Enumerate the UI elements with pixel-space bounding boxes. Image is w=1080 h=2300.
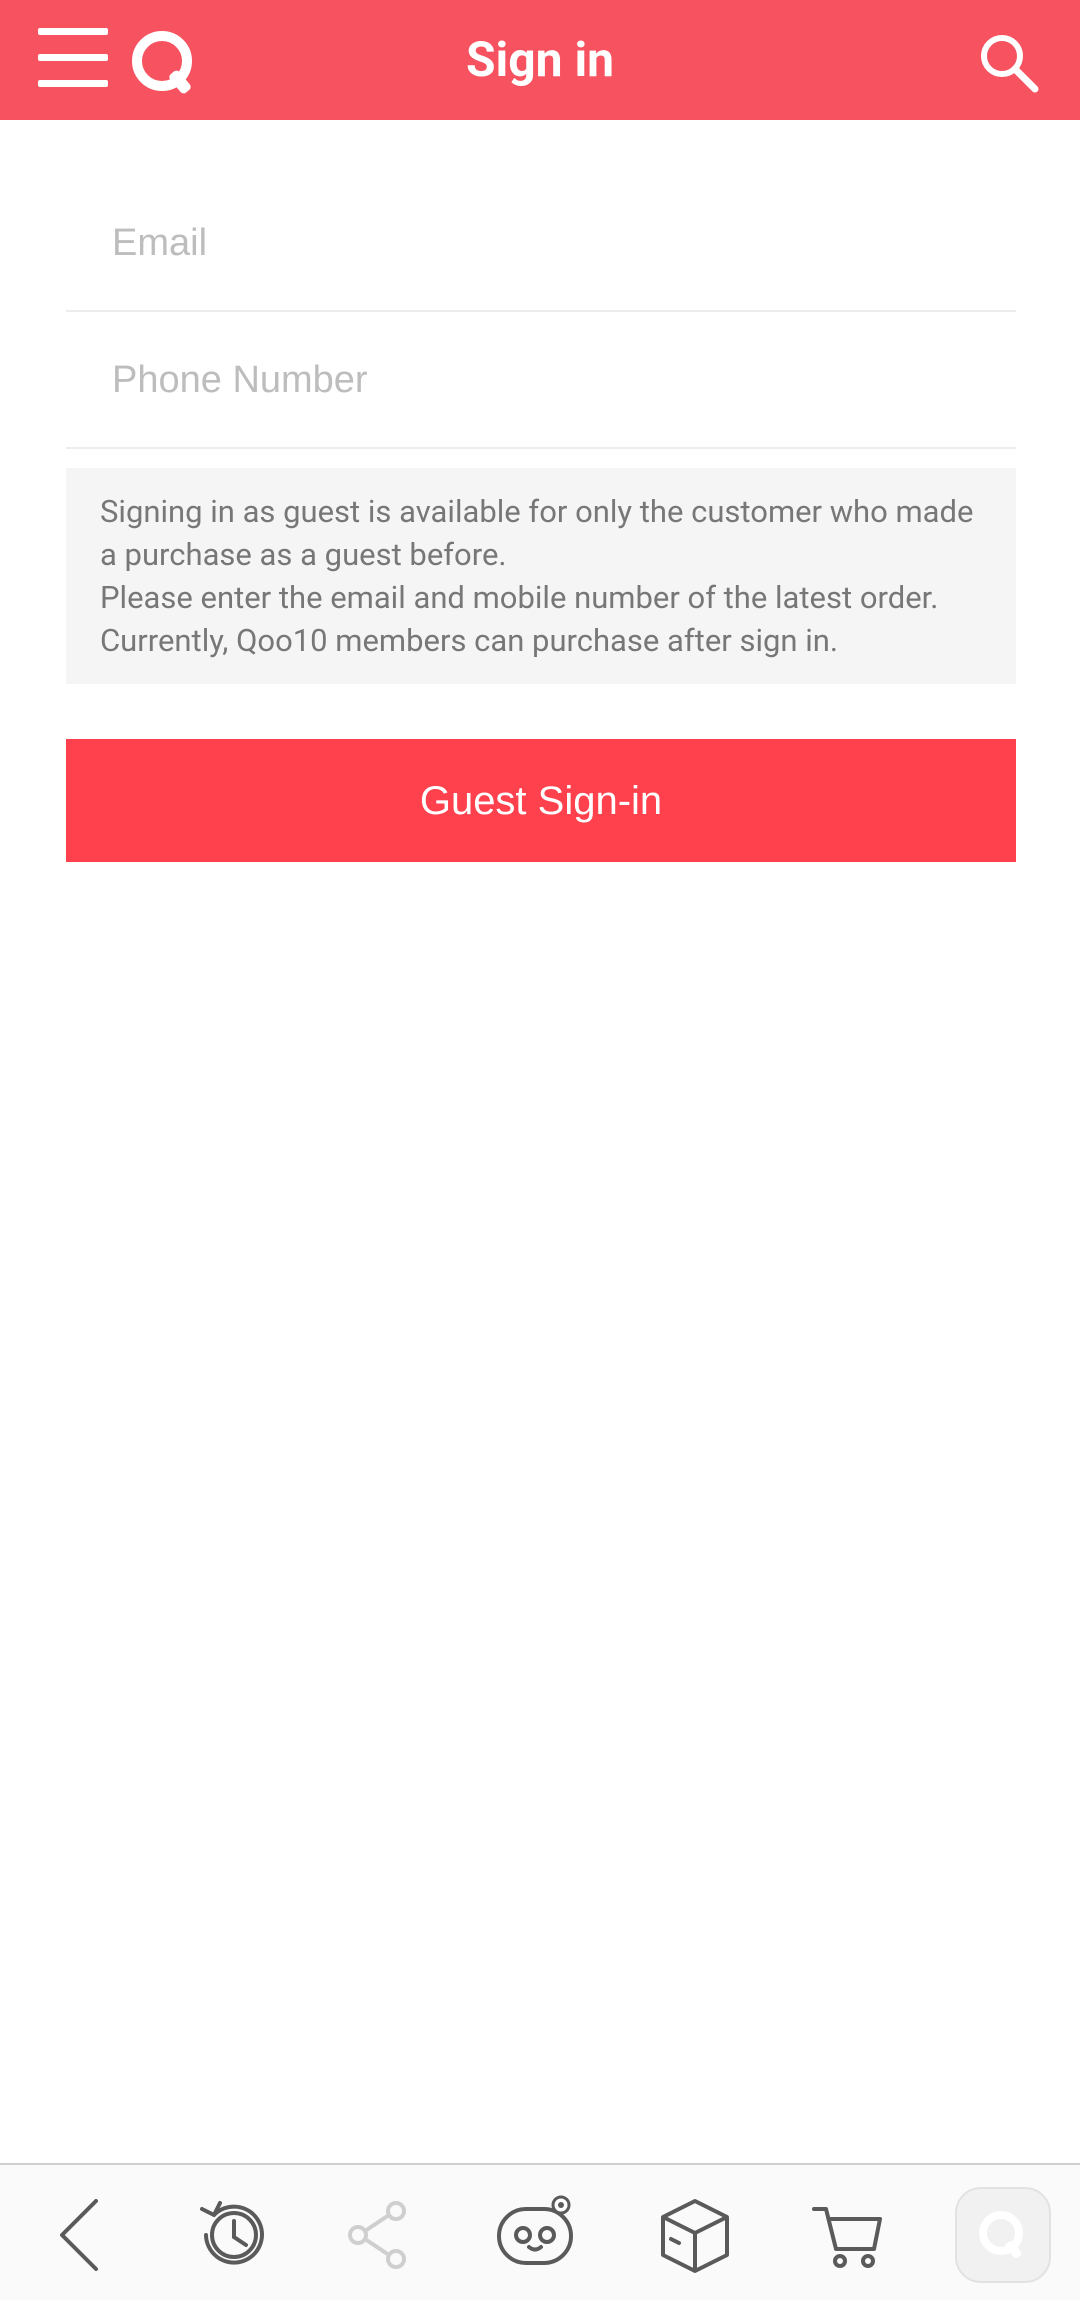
notice-line-1: Signing in as guest is available for onl… xyxy=(100,493,974,573)
character-icon[interactable] xyxy=(495,2195,575,2275)
email-input[interactable] xyxy=(110,176,990,310)
box-icon[interactable] xyxy=(655,2195,735,2275)
notice-line-2: Please enter the email and mobile number… xyxy=(100,579,939,659)
top-header: Sign in xyxy=(0,0,1080,120)
phone-field-container xyxy=(66,313,1016,449)
phone-number-input[interactable] xyxy=(110,313,990,447)
guest-signin-button[interactable]: Guest Sign-in xyxy=(66,739,1016,862)
app-root: Sign in Signing in as guest is available… xyxy=(0,0,1080,2300)
guest-signin-notice: Signing in as guest is available for onl… xyxy=(66,468,1016,684)
back-icon[interactable] xyxy=(40,2195,120,2275)
page-title: Sign in xyxy=(465,31,615,88)
email-field-container xyxy=(66,176,1016,312)
bottom-nav-bar xyxy=(0,2163,1080,2300)
share-icon[interactable] xyxy=(338,2195,418,2275)
qoo10-home-icon[interactable] xyxy=(955,2187,1051,2283)
search-icon[interactable] xyxy=(978,32,1040,94)
history-icon[interactable] xyxy=(192,2195,272,2275)
cart-icon[interactable] xyxy=(808,2195,888,2275)
